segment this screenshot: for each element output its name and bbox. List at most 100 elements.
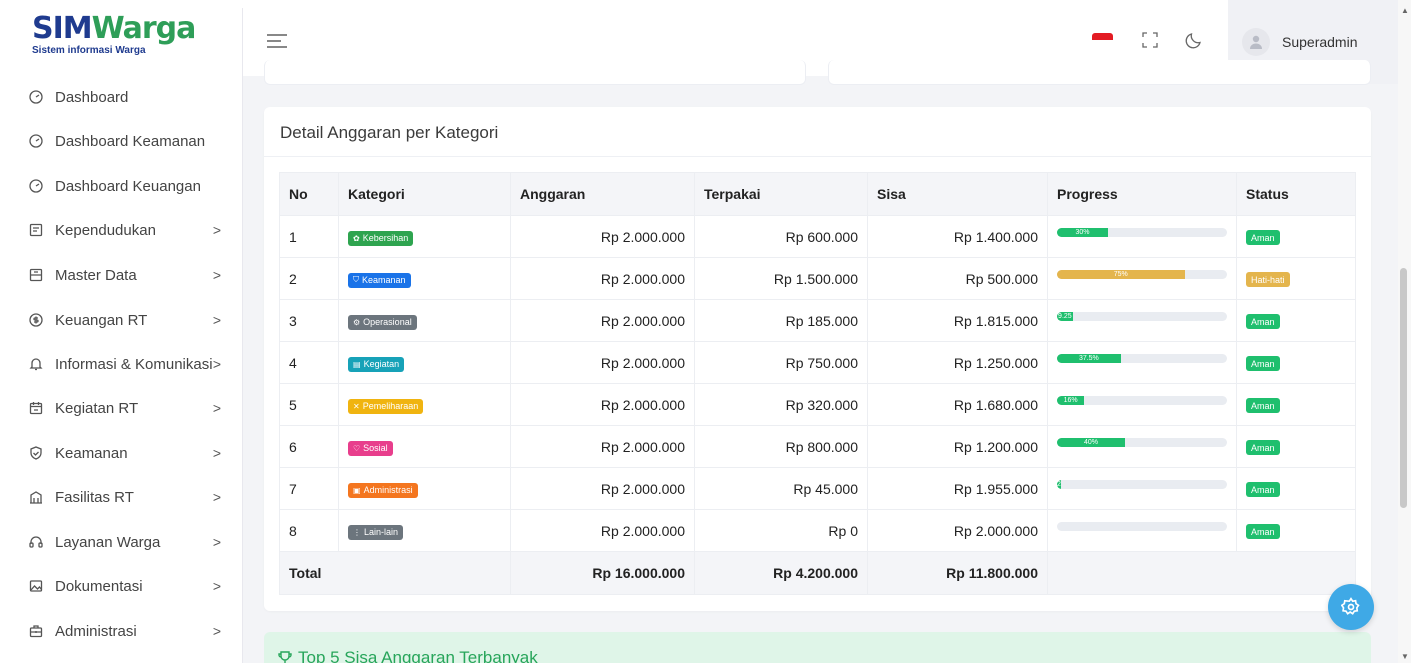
category-icon: ♡ xyxy=(353,443,361,453)
progress-fill: 2 xyxy=(1057,480,1061,489)
sidebar-item-dashboard-keuangan[interactable]: Dashboard Keuangan xyxy=(0,171,243,201)
category-label: Kebersihan xyxy=(362,233,409,243)
gauge-icon xyxy=(29,134,43,148)
column-header-terpakai: Terpakai xyxy=(694,172,868,216)
dark-mode-moon-icon[interactable] xyxy=(1185,31,1203,54)
column-header-status: Status xyxy=(1236,172,1356,216)
status-badge: Aman xyxy=(1246,398,1280,414)
cell-no: 3 xyxy=(279,299,339,342)
cell-status: Aman xyxy=(1236,215,1356,258)
progress-bar: 75% xyxy=(1057,270,1227,279)
scrollbar-thumb[interactable] xyxy=(1400,268,1407,508)
sidebar-item-label: Fasilitas RT xyxy=(55,488,134,506)
sidebar-item-label: Administrasi xyxy=(55,622,137,640)
cell-kategori: ♡ Sosial xyxy=(338,425,511,468)
card2-title: Top 5 Sisa Anggaran Terbanyak xyxy=(278,648,538,663)
sidebar-item-label: Master Data xyxy=(55,266,137,284)
building-icon xyxy=(29,490,43,504)
sidebar-item-label: Dashboard Keuangan xyxy=(55,177,201,195)
progress-fill: 16% xyxy=(1057,396,1085,405)
sidebar-item-dokumentasi[interactable]: Dokumentasi > xyxy=(0,571,243,601)
sidebar-item-dashboard[interactable]: Dashboard xyxy=(0,82,243,112)
cell-kategori: ⚙ Operasional xyxy=(338,299,511,342)
category-label: Lain-lain xyxy=(364,527,399,537)
cell-status: Aman xyxy=(1236,509,1356,552)
table-row: 6 ♡ Sosial Rp 2.000.000 Rp 800.000 Rp 1.200.0… xyxy=(279,425,1356,468)
card2-title-text: Top 5 Sisa Anggaran Terbanyak xyxy=(298,648,538,663)
logo-subtitle: Sistem informasi Warga xyxy=(32,45,146,56)
sidebar-item-administrasi[interactable]: Administrasi > xyxy=(0,616,243,646)
cell-sisa: Rp 1.250.000 xyxy=(867,341,1048,384)
scroll-down-icon[interactable]: ▼ xyxy=(1401,652,1409,661)
gear-icon xyxy=(1341,597,1360,615)
cell-anggaran: Rp 2.000.000 xyxy=(510,257,695,300)
app-logo[interactable]: SIMWarga Sistem informasi Warga xyxy=(0,0,242,76)
language-flag-icon[interactable] xyxy=(1092,33,1113,47)
sidebar-item-informasi-komunikasi[interactable]: Informasi & Komunikasi > xyxy=(0,349,243,379)
table-row: 4 ▤ Kegiatan Rp 2.000.000 Rp 750.000 Rp 1.250… xyxy=(279,341,1356,384)
cell-sisa: Rp 1.815.000 xyxy=(867,299,1048,342)
category-icon: ⋮ xyxy=(353,527,361,537)
category-badge: ✕ Pemeliharaan xyxy=(348,398,424,414)
cell-terpakai: Rp 750.000 xyxy=(694,341,868,384)
sidebar-item-kependudukan[interactable]: Kependudukan > xyxy=(0,215,243,245)
chevron-right-icon: > xyxy=(212,312,221,328)
cell-no: 7 xyxy=(279,467,339,510)
chevron-right-icon: > xyxy=(212,267,221,283)
category-icon: ▤ xyxy=(353,359,361,369)
table-row: 2 ⛉ Keamanan Rp 2.000.000 Rp 1.500.000 Rp 500… xyxy=(279,257,1356,300)
cell-sisa: Rp 1.955.000 xyxy=(867,467,1048,510)
card-divider xyxy=(264,156,1371,157)
progress-bar: 16% xyxy=(1057,396,1227,405)
cell-sisa: Rp 1.200.000 xyxy=(867,425,1048,468)
cell-status: Hati-hati xyxy=(1236,257,1356,300)
database-icon xyxy=(29,268,43,282)
sidebar-item-label: Dashboard Keamanan xyxy=(55,132,206,150)
progress-fill: 37.5% xyxy=(1057,354,1121,363)
sidebar-item-master-data[interactable]: Master Data > xyxy=(0,260,243,290)
table-row: 3 ⚙ Operasional Rp 2.000.000 Rp 185.000 Rp 1.… xyxy=(279,299,1356,342)
hamburger-menu-icon[interactable] xyxy=(267,34,287,50)
cell-terpakai: Rp 1.500.000 xyxy=(694,257,868,300)
cell-kategori: ✕ Pemeliharaan xyxy=(338,383,511,426)
status-badge: Aman xyxy=(1246,482,1280,498)
column-header-anggaran: Anggaran xyxy=(510,172,695,216)
category-label: Sosial xyxy=(363,443,388,453)
total-terpakai: Rp 4.200.000 xyxy=(694,551,868,595)
cell-progress: 75% xyxy=(1047,257,1237,300)
sidebar-item-dashboard-keamanan[interactable]: Dashboard Keamanan xyxy=(0,126,243,156)
cell-progress: 2 xyxy=(1047,467,1237,510)
cell-progress: 37.5% xyxy=(1047,341,1237,384)
cell-anggaran: Rp 2.000.000 xyxy=(510,425,695,468)
sidebar-item-label: Keamanan xyxy=(55,444,128,462)
cell-status: Aman xyxy=(1236,341,1356,384)
chevron-right-icon: > xyxy=(212,400,221,416)
scroll-up-icon[interactable]: ▲ xyxy=(1401,6,1409,15)
sidebar-item-kegiatan-rt[interactable]: Kegiatan RT > xyxy=(0,393,243,423)
page-scrollbar[interactable]: ▲ ▼ xyxy=(1398,0,1411,663)
sidebar-item-layanan-warga[interactable]: Layanan Warga > xyxy=(0,527,243,557)
cell-anggaran: Rp 2.000.000 xyxy=(510,467,695,510)
settings-fab-button[interactable] xyxy=(1328,584,1374,630)
chevron-right-icon: > xyxy=(212,623,221,639)
cell-no: 6 xyxy=(279,425,339,468)
avatar xyxy=(1242,28,1270,56)
progress-bar: 30% xyxy=(1057,228,1227,237)
cell-sisa: Rp 2.000.000 xyxy=(867,509,1048,552)
sidebar-item-keuangan-rt[interactable]: Keuangan RT > xyxy=(0,305,243,335)
cell-sisa: Rp 1.680.000 xyxy=(867,383,1048,426)
fullscreen-icon[interactable] xyxy=(1142,32,1158,53)
card-title: Detail Anggaran per Kategori xyxy=(280,123,499,142)
column-header-kategori: Kategori xyxy=(338,172,511,216)
cell-terpakai: Rp 600.000 xyxy=(694,215,868,258)
sidebar: SIMWarga Sistem informasi Warga Dashboar… xyxy=(0,0,243,663)
status-badge: Aman xyxy=(1246,356,1280,372)
bell-icon xyxy=(29,357,43,371)
sidebar-item-label: Kependudukan xyxy=(55,221,156,239)
status-badge: Aman xyxy=(1246,524,1280,540)
sidebar-item-keamanan[interactable]: Keamanan > xyxy=(0,438,243,468)
total-sisa: Rp 11.800.000 xyxy=(867,551,1048,595)
status-badge: Hati-hati xyxy=(1246,272,1290,288)
progress-bar: 2 xyxy=(1057,480,1227,489)
sidebar-item-fasilitas-rt[interactable]: Fasilitas RT > xyxy=(0,482,243,512)
